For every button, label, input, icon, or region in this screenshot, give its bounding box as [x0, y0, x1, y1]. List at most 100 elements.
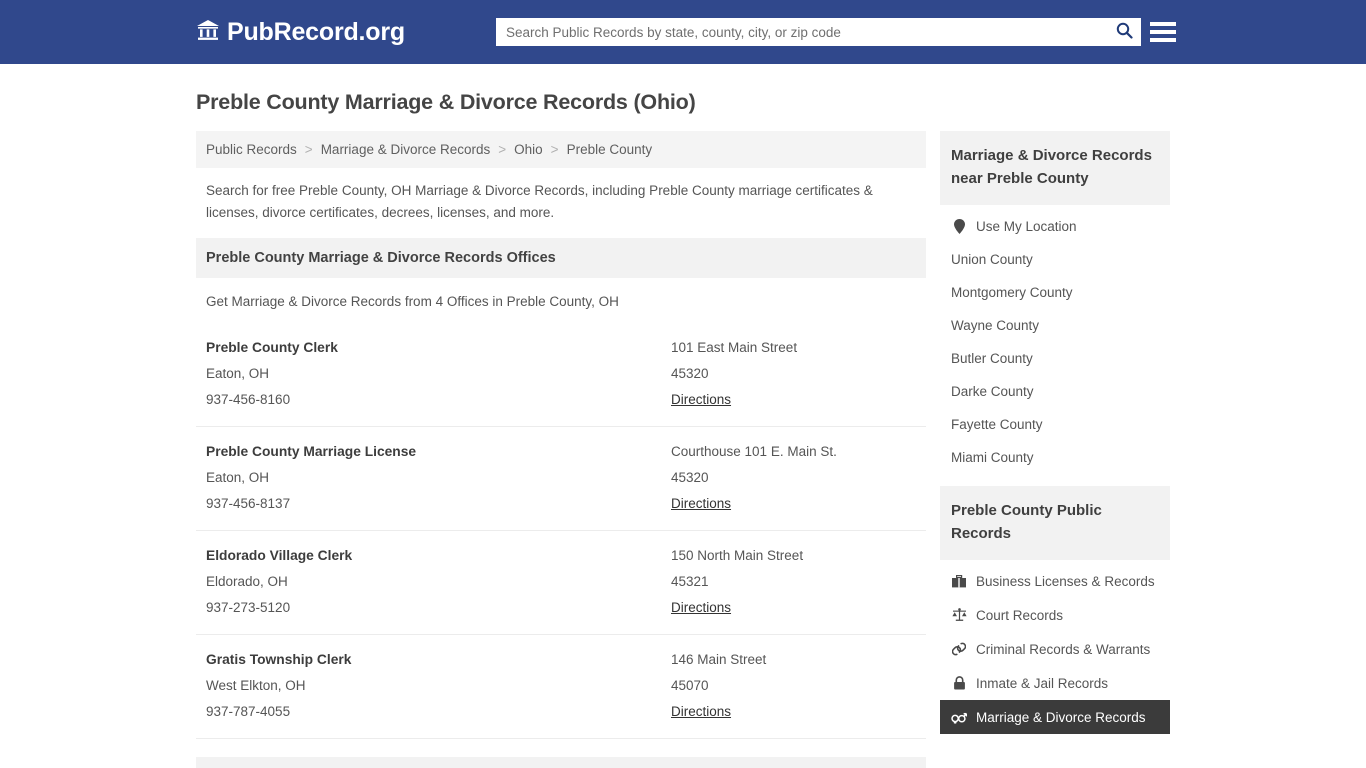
site-logo[interactable]: PubRecord.org — [196, 18, 405, 47]
main-column: Public Records > Marriage & Divorce Reco… — [196, 131, 926, 768]
scales-of-justice-icon — [951, 607, 967, 623]
sidebar-item-montgomery-county[interactable]: Montgomery County — [940, 276, 1170, 309]
bank-building-icon — [196, 19, 220, 46]
breadcrumb: Public Records > Marriage & Divorce Reco… — [196, 131, 926, 168]
office-phone: 937-456-8137 — [206, 496, 291, 511]
office-city: Eaton, OH — [206, 470, 270, 485]
sidebar-nearby-list: Use My Location Union County Montgomery … — [940, 205, 1170, 474]
office-city: Eldorado, OH — [206, 574, 288, 589]
office-name: Gratis Township Clerk — [206, 652, 352, 667]
page-title: Preble County Marriage & Divorce Records… — [196, 90, 696, 114]
sidebar-item-butler-county[interactable]: Butler County — [940, 342, 1170, 375]
directions-link[interactable]: Directions — [671, 387, 731, 413]
directions-link[interactable]: Directions — [671, 699, 731, 725]
hamburger-menu-icon[interactable] — [1150, 18, 1176, 46]
search-icon — [1116, 22, 1133, 42]
office-zip: 45320 — [671, 470, 709, 485]
page-container: Preble County Marriage & Divorce Records… — [0, 64, 1366, 768]
sidebar-item-label: Wayne County — [951, 318, 1040, 333]
office-address-block: 150 North Main Street 45321 Directions — [671, 543, 916, 621]
office-info: Preble County Clerk Eaton, OH 937-456-81… — [206, 335, 671, 413]
table-row: Preble County Clerk Eaton, OH 937-456-81… — [196, 323, 926, 427]
sidebar-item-label: Inmate & Jail Records — [976, 675, 1109, 691]
breadcrumb-item-public-records[interactable]: Public Records — [206, 142, 297, 157]
breadcrumb-separator: > — [498, 142, 507, 157]
sidebar-item-miami-county[interactable]: Miami County — [940, 441, 1170, 474]
search-button[interactable] — [1107, 18, 1141, 46]
content-columns: Public Records > Marriage & Divorce Reco… — [196, 131, 1170, 768]
breadcrumb-separator: > — [304, 142, 313, 157]
office-street: 101 East Main Street — [671, 340, 798, 355]
breadcrumb-item-marriage-divorce-records[interactable]: Marriage & Divorce Records — [321, 142, 491, 157]
office-zip: 45070 — [671, 678, 709, 693]
sidebar-nearby-heading: Marriage & Divorce Records near Preble C… — [940, 131, 1170, 205]
office-zip: 45320 — [671, 366, 709, 381]
handcuffs-icon — [951, 641, 967, 657]
sidebar-public-records-heading: Preble County Public Records — [940, 486, 1170, 560]
page-intro-text: Search for free Preble County, OH Marria… — [206, 183, 873, 220]
sidebar-item-label: Union County — [951, 252, 1033, 267]
sidebar-item-label: Darke County — [951, 384, 1034, 399]
breadcrumb-item-preble-county[interactable]: Preble County — [567, 142, 653, 157]
breadcrumb-separator: > — [550, 142, 559, 157]
office-info: Preble County Marriage License Eaton, OH… — [206, 439, 671, 517]
office-street: 150 North Main Street — [671, 548, 804, 563]
directions-link[interactable]: Directions — [671, 491, 731, 517]
office-name: Eldorado Village Clerk — [206, 548, 353, 563]
gender-symbols-icon — [951, 709, 967, 725]
office-phone: 937-787-4055 — [206, 704, 291, 719]
sidebar-item-label: Criminal Records & Warrants — [976, 641, 1151, 657]
search-input[interactable] — [496, 18, 1107, 46]
sidebar-public-records-list: Business Licenses & Records Court Record… — [940, 560, 1170, 734]
sidebar-item-darke-county[interactable]: Darke County — [940, 375, 1170, 408]
office-city: Eaton, OH — [206, 366, 270, 381]
sidebar-item-label: Court Records — [976, 607, 1064, 623]
sidebar-item-criminal-records[interactable]: Criminal Records & Warrants — [940, 632, 1170, 666]
sidebar-item-fayette-county[interactable]: Fayette County — [940, 408, 1170, 441]
lock-icon — [951, 675, 967, 691]
menu-bar-3 — [1150, 38, 1176, 42]
table-row: Eldorado Village Clerk Eldorado, OH 937-… — [196, 531, 926, 635]
sidebar-item-inmate-jail-records[interactable]: Inmate & Jail Records — [940, 666, 1170, 700]
table-row: Gratis Township Clerk West Elkton, OH 93… — [196, 635, 926, 739]
office-name: Preble County Clerk — [206, 340, 338, 355]
office-street: Courthouse 101 E. Main St. — [671, 444, 837, 459]
site-header: PubRecord.org — [0, 0, 1366, 64]
directions-link[interactable]: Directions — [671, 595, 731, 621]
office-address-block: Courthouse 101 E. Main St. 45320 Directi… — [671, 439, 916, 517]
sidebar-item-marriage-divorce-records[interactable]: Marriage & Divorce Records — [940, 700, 1170, 734]
sidebar-item-use-my-location[interactable]: Use My Location — [940, 209, 1170, 243]
sidebar-item-label: Use My Location — [976, 218, 1077, 234]
sidebar-item-union-county[interactable]: Union County — [940, 243, 1170, 276]
table-row: Preble County Marriage License Eaton, OH… — [196, 427, 926, 531]
sidebar-item-label: Business Licenses & Records — [976, 573, 1155, 589]
offices-section-subheading: Get Marriage & Divorce Records from 4 Of… — [206, 294, 619, 309]
office-street: 146 Main Street — [671, 652, 767, 667]
office-phone: 937-273-5120 — [206, 600, 291, 615]
menu-bar-2 — [1150, 30, 1176, 34]
office-name: Preble County Marriage License — [206, 444, 417, 459]
sidebar-item-label: Miami County — [951, 450, 1034, 465]
menu-bar-1 — [1150, 22, 1176, 26]
site-logo-text: PubRecord.org — [227, 17, 405, 46]
office-phone: 937-456-8160 — [206, 392, 291, 407]
sidebar-item-court-records[interactable]: Court Records — [940, 598, 1170, 632]
sidebar-item-wayne-county[interactable]: Wayne County — [940, 309, 1170, 342]
sidebar-item-business-licenses[interactable]: Business Licenses & Records — [940, 564, 1170, 598]
office-info: Gratis Township Clerk West Elkton, OH 93… — [206, 647, 671, 725]
breadcrumb-item-ohio[interactable]: Ohio — [514, 142, 543, 157]
office-zip: 45321 — [671, 574, 709, 589]
office-city: West Elkton, OH — [206, 678, 306, 693]
office-address-block: 146 Main Street 45070 Directions — [671, 647, 916, 725]
sidebar-item-label: Fayette County — [951, 417, 1043, 432]
search-bar — [496, 18, 1141, 46]
briefcase-icon — [951, 573, 967, 589]
offices-section-heading: Preble County Marriage & Divorce Records… — [196, 238, 926, 278]
office-info: Eldorado Village Clerk Eldorado, OH 937-… — [206, 543, 671, 621]
sidebar-item-label: Marriage & Divorce Records — [976, 709, 1146, 725]
databases-section-heading: Preble County Marriage & Divorce Records… — [196, 757, 926, 768]
sidebar: Marriage & Divorce Records near Preble C… — [940, 131, 1170, 734]
sidebar-item-label: Butler County — [951, 351, 1033, 366]
